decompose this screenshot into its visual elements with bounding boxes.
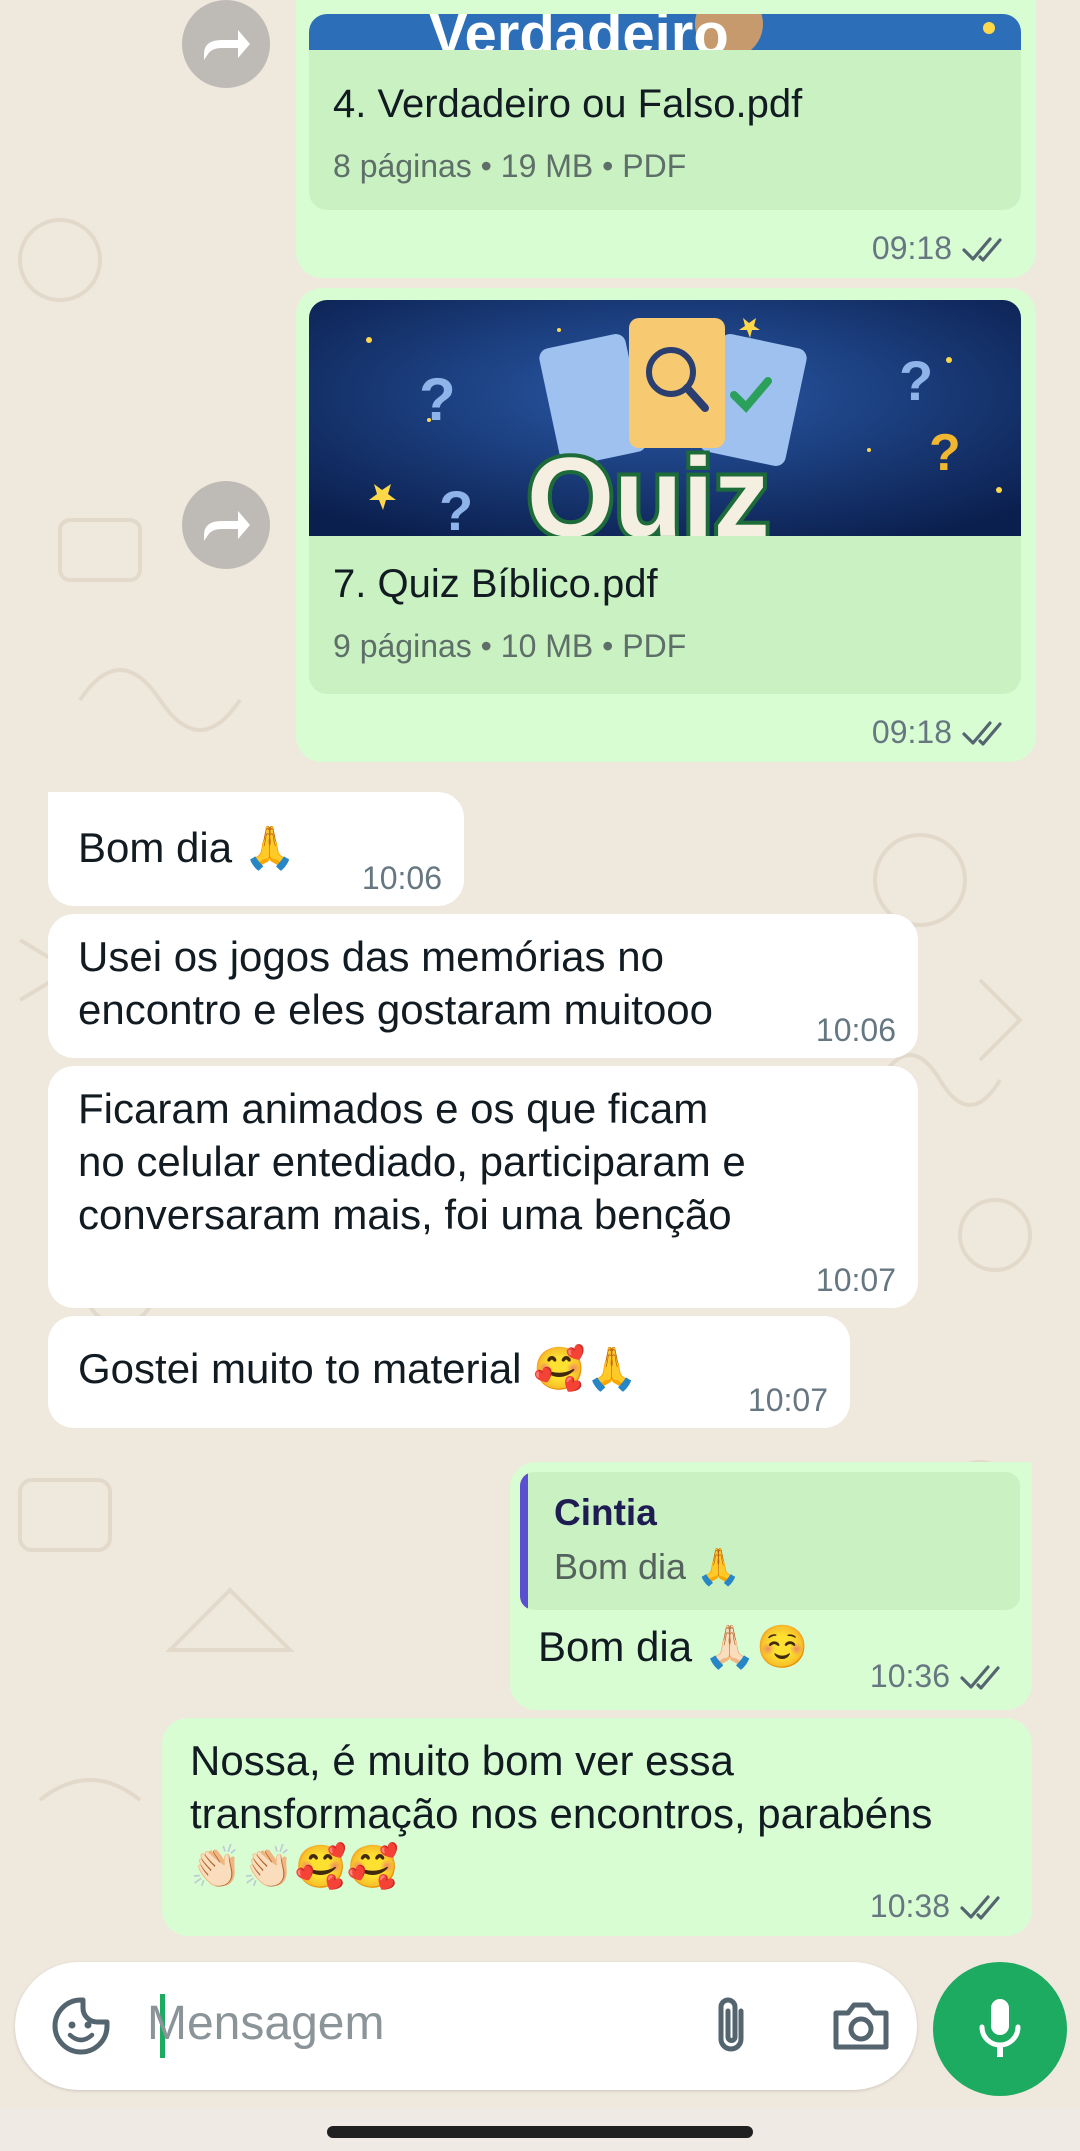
message-meta: 10:38	[870, 1888, 1010, 1925]
read-ticks-icon	[960, 1664, 1000, 1690]
thumbnail-title: Quiz	[527, 435, 770, 536]
message-text: Usei os jogos das memórias no encontro e…	[78, 933, 714, 1033]
outgoing-message[interactable]: Nossa, é muito bom ver essa transformaçã…	[162, 1718, 1032, 1936]
camera-icon	[833, 2002, 889, 2050]
read-ticks-icon	[962, 720, 1002, 746]
forward-button[interactable]	[182, 481, 270, 569]
forward-icon	[204, 30, 250, 60]
read-ticks-icon	[962, 236, 1002, 262]
message-time: 09:18	[871, 714, 952, 750]
incoming-message[interactable]: Bom dia 🙏 10:06	[48, 792, 464, 906]
svg-text:?: ?	[929, 424, 961, 482]
document-card[interactable]: Verdadeiro 4. Verdadeiro ou Falso.pdf 8 …	[309, 14, 1021, 210]
message-meta: 09:18	[872, 230, 1012, 267]
document-card[interactable]: ? ? ? ? Quiz 7. Quiz Bíblico.pdf 9 págin…	[309, 300, 1021, 694]
message-time: 10:38	[869, 1888, 950, 1924]
document-message[interactable]: Verdadeiro 4. Verdadeiro ou Falso.pdf 8 …	[296, 0, 1036, 278]
forward-icon	[204, 511, 250, 541]
svg-text:?: ?	[899, 349, 933, 412]
message-time: 10:07	[747, 1382, 828, 1418]
microphone-icon	[979, 1999, 1021, 2057]
message-time: 09:18	[871, 230, 952, 266]
message-meta: 10:36	[870, 1658, 1010, 1695]
camera-button[interactable]	[825, 1990, 897, 2062]
svg-text:?: ?	[439, 479, 473, 536]
reply-message[interactable]: Cintia Bom dia 🙏 Bom dia 🙏🏻☺️ 10:36	[510, 1462, 1032, 1710]
message-text: Bom dia 🙏🏻☺️	[538, 1623, 809, 1670]
voice-message-button[interactable]	[933, 1962, 1067, 2096]
attach-button[interactable]	[695, 1990, 767, 2062]
home-gesture-handle[interactable]	[327, 2126, 753, 2138]
read-ticks-icon	[960, 1894, 1000, 1920]
quoted-message[interactable]: Cintia Bom dia 🙏	[520, 1472, 1020, 1610]
paperclip-icon	[718, 1997, 744, 2052]
message-text: Gostei muito to material 🥰🙏	[78, 1345, 638, 1392]
message-meta: 10:06	[816, 1012, 896, 1049]
message-time: 10:07	[815, 1262, 896, 1298]
document-name: 7. Quiz Bíblico.pdf	[333, 562, 658, 606]
forward-button[interactable]	[182, 0, 270, 88]
incoming-message[interactable]: Usei os jogos das memórias no encontro e…	[48, 914, 918, 1058]
document-name: 4. Verdadeiro ou Falso.pdf	[333, 82, 803, 126]
svg-text:?: ?	[419, 366, 456, 433]
message-meta: 10:07	[748, 1382, 828, 1419]
message-text: Nossa, é muito bom ver essa transformaçã…	[190, 1737, 933, 1890]
quoted-sender: Cintia	[554, 1492, 657, 1533]
document-thumbnail: ? ? ? ? Quiz	[309, 300, 1021, 536]
message-input[interactable]: Mensagem	[147, 1996, 384, 2051]
message-composer[interactable]: Mensagem	[15, 1962, 917, 2090]
message-time: 10:06	[815, 1012, 896, 1048]
chat-area[interactable]: Verdadeiro 4. Verdadeiro ou Falso.pdf 8 …	[0, 0, 1080, 1960]
message-text: Ficaram animados e os que ficam no celul…	[78, 1085, 746, 1238]
thumbnail-title: Verdadeiro	[429, 14, 729, 50]
sticker-icon	[52, 1997, 110, 2055]
message-time: 10:06	[361, 860, 442, 896]
message-meta: 09:18	[872, 714, 1012, 751]
document-info: 8 páginas • 19 MB • PDF	[333, 148, 687, 184]
document-thumbnail: Verdadeiro	[309, 14, 1021, 50]
document-info: 9 páginas • 10 MB • PDF	[333, 628, 687, 664]
incoming-message[interactable]: Ficaram animados e os que ficam no celul…	[48, 1066, 918, 1308]
message-meta: 10:06	[362, 860, 442, 897]
quote-accent-bar	[520, 1472, 528, 1610]
quoted-text: Bom dia 🙏	[554, 1546, 741, 1587]
incoming-message[interactable]: Gostei muito to material 🥰🙏 10:07	[48, 1316, 850, 1428]
sticker-button[interactable]	[45, 1990, 117, 2062]
message-time: 10:36	[869, 1658, 950, 1694]
message-meta: 10:07	[816, 1262, 896, 1299]
document-message[interactable]: ? ? ? ? Quiz 7. Quiz Bíblico.pdf 9 págin…	[296, 288, 1036, 762]
message-text: Bom dia 🙏	[78, 824, 297, 871]
